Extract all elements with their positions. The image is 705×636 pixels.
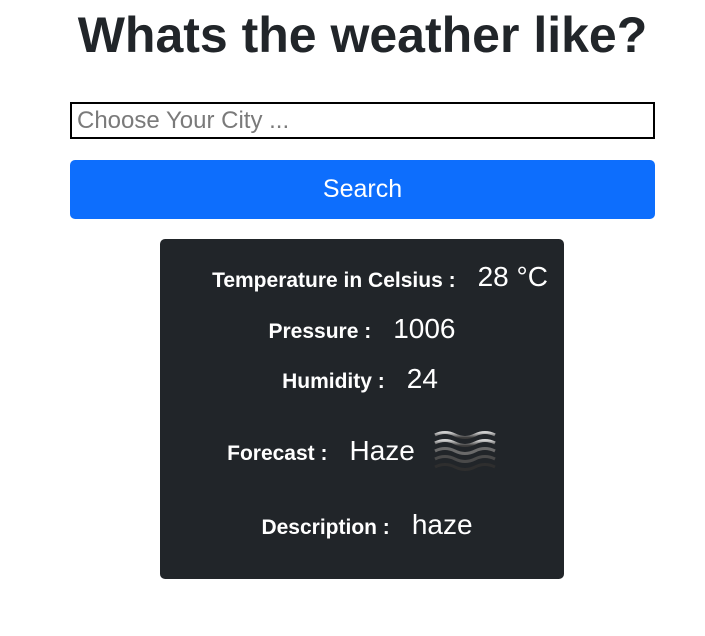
humidity-label: Humidity :: [282, 370, 385, 393]
haze-icon: [433, 429, 497, 473]
pressure-value: 1006: [393, 313, 456, 344]
description-label: Description :: [261, 516, 390, 539]
humidity-row: Humidity : 24: [158, 363, 562, 395]
forecast-row: Forecast : Haze: [160, 429, 564, 473]
weather-page: Whats the weather like? Search Temperatu…: [0, 0, 705, 636]
city-search-input[interactable]: [70, 102, 655, 139]
description-row: Description : haze: [165, 509, 569, 541]
search-button[interactable]: Search: [70, 160, 655, 219]
temperature-value: 28 °C: [477, 261, 548, 292]
description-value: haze: [411, 509, 473, 540]
humidity-value: 24: [406, 363, 438, 394]
forecast-label: Forecast :: [227, 442, 328, 465]
page-title: Whats the weather like?: [77, 7, 648, 63]
pressure-row: Pressure : 1006: [160, 313, 564, 345]
forecast-value: Haze: [349, 435, 415, 466]
temperature-row: Temperature in Celsius : 28 °C: [178, 261, 582, 293]
pressure-label: Pressure :: [268, 320, 372, 343]
weather-card: Temperature in Celsius : 28 °C Pressure …: [160, 239, 564, 579]
temperature-label: Temperature in Celsius :: [212, 269, 456, 292]
